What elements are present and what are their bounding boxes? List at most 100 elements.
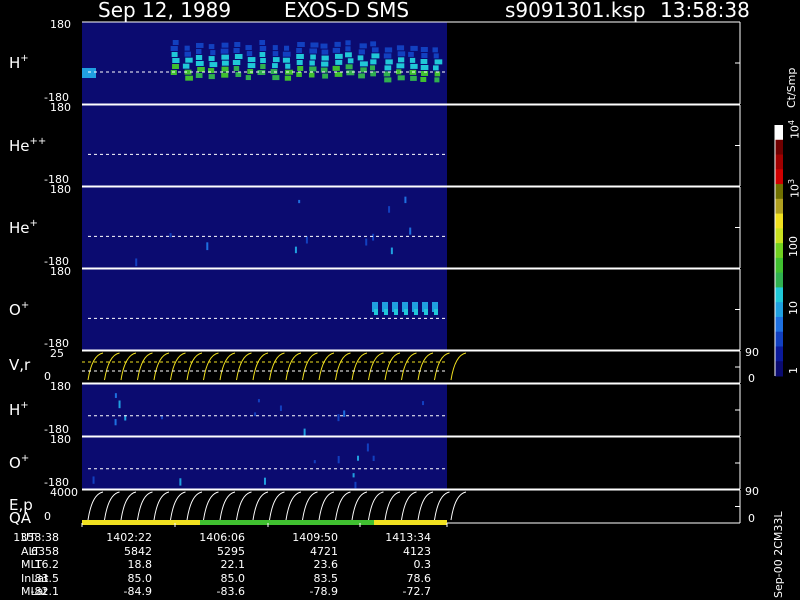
panel-h-plus-burst xyxy=(345,64,353,70)
panel-vr-ytop: 25 xyxy=(50,347,64,360)
colorbar-cell xyxy=(775,302,783,318)
panel-o-plus-burst xyxy=(404,309,408,315)
panel-ep-ybot: 0 xyxy=(44,510,51,523)
panel-vr-rtop: 90 xyxy=(745,346,759,359)
colorbar-label: 1 xyxy=(787,367,800,374)
colorbar-cell xyxy=(775,154,783,170)
ephem-value: -78.9 xyxy=(309,585,338,598)
colorbar-cell xyxy=(775,257,783,274)
panel-o-plus-2-count xyxy=(372,455,375,462)
panel-h-plus-2-ytop: 180 xyxy=(50,380,71,393)
panel-h-plus-burst xyxy=(420,64,429,70)
panel-h-plus-2-data xyxy=(82,384,447,436)
panel-h-plus-burst xyxy=(272,75,280,81)
panel-h-plus-burst xyxy=(335,59,343,65)
panel-h-plus-burst xyxy=(420,58,428,64)
panel-h-plus-burst xyxy=(195,54,203,60)
panel-h-plus-burst xyxy=(384,77,392,83)
panel-h-plus-burst xyxy=(171,52,178,58)
panel-h-plus-burst xyxy=(245,45,252,51)
panel-o-plus-burst xyxy=(414,309,418,315)
panel-o-plus-2-count xyxy=(352,473,355,478)
ephem-value: 18.8 xyxy=(127,558,153,571)
panel-h-plus-burst xyxy=(410,45,418,51)
panel-h-plus-burst xyxy=(296,59,303,65)
colorbar-cell xyxy=(775,316,783,333)
panel-h-plus-burst xyxy=(233,48,240,54)
panel-he-plus-count xyxy=(372,233,375,241)
colorbar-cell xyxy=(775,272,783,288)
panel-h-plus-burst xyxy=(420,46,428,52)
panel-h-plus-burst xyxy=(272,51,279,57)
colorbar-cell xyxy=(775,169,783,185)
panel-h-plus-2-count xyxy=(254,412,257,417)
panel-o-plus-burst xyxy=(434,309,438,315)
colorbar-label: 104 xyxy=(787,119,800,139)
panel-he-plus-count xyxy=(135,258,138,267)
panel-h-plus-burst xyxy=(259,46,267,52)
panel-h-plus-burst xyxy=(334,41,341,47)
panel-he-plus-ytop: 180 xyxy=(50,183,71,196)
panel-h-plus-burst xyxy=(321,61,329,67)
panel-h-plus-burst xyxy=(358,73,365,79)
panel-he-plusplus-data xyxy=(82,105,447,186)
panel-o-plus-2-label: O+ xyxy=(9,453,30,472)
panel-o-plus-2-count xyxy=(366,443,369,452)
ephem-value: -82.1 xyxy=(30,585,59,598)
panel-he-plus-count xyxy=(404,196,407,204)
panel-h-plus-burst xyxy=(284,75,292,81)
panel-h-plus-2-count xyxy=(118,400,121,409)
panel-h-plus-2-count xyxy=(257,399,260,403)
ephem-value: 4721 xyxy=(310,544,338,558)
panel-h-plus-2-count xyxy=(303,428,306,436)
panel-h-plus-burst xyxy=(345,46,351,52)
panel-h-plus-burst xyxy=(433,53,439,59)
panel-h-plus-burst xyxy=(285,63,291,69)
panel-he-plus-count xyxy=(298,199,301,204)
panel-h-plus-burst xyxy=(82,68,96,78)
panel-h-plus-burst xyxy=(232,60,241,66)
panel-h-plus-burst xyxy=(182,63,190,69)
panel-o-plus-2-count xyxy=(357,455,360,461)
panel-o-plus-burst xyxy=(394,309,398,315)
panel-h-plus-burst xyxy=(396,45,405,51)
panel-h-plus-burst xyxy=(209,62,218,68)
panel-h-plus-burst xyxy=(184,51,191,57)
panel-he-plus-count xyxy=(388,206,391,213)
panel-h-plus-burst xyxy=(310,42,319,48)
panel-h-plus-burst xyxy=(332,47,341,53)
panel-h-plus-burst xyxy=(245,75,251,81)
colorbar-cell xyxy=(775,213,783,229)
panel-h-plus-burst xyxy=(221,60,229,66)
ephem-value: 1409:50 xyxy=(292,531,338,544)
panel-h-plus-burst xyxy=(283,45,290,51)
ephem-value: 1406:06 xyxy=(199,531,245,544)
panel-h-plus-burst xyxy=(421,52,428,58)
panel-h-plus-burst xyxy=(434,59,443,65)
colorbar-cell xyxy=(775,184,783,200)
panel-vr-rbot: 0 xyxy=(748,372,755,385)
panel-h-plus-burst xyxy=(259,40,266,46)
panel-h-plus-burst xyxy=(410,75,417,81)
colorbar-cell xyxy=(775,243,783,259)
footer-note: Sep-00 2CM33L xyxy=(772,511,785,599)
panel-h-plus-burst xyxy=(221,54,229,60)
ephem-value: 1358:38 xyxy=(13,531,59,544)
panel-he-plus-count xyxy=(305,236,308,244)
panel-h-plus-burst xyxy=(195,48,202,54)
panel-h-plus-burst xyxy=(357,55,364,61)
panel-he-plus-data xyxy=(82,187,447,268)
panel-h-plus-burst xyxy=(247,63,256,69)
panel-h-plus-burst xyxy=(397,51,406,57)
panel-h-plus-burst xyxy=(172,58,180,64)
ephem-value: 1413:34 xyxy=(385,531,431,544)
panel-h-plus-label: H+ xyxy=(9,53,29,72)
panel-h-plus-burst xyxy=(308,72,315,78)
panel-h-plus-burst xyxy=(195,60,204,66)
qa-segment xyxy=(374,520,447,525)
panel-h-plus-burst xyxy=(384,65,392,71)
ephem-value: -72.7 xyxy=(402,585,431,598)
panel-h-plus-2-count xyxy=(343,410,346,417)
panel-o-plus-burst xyxy=(374,309,378,315)
ephem-value: 5842 xyxy=(124,544,152,558)
